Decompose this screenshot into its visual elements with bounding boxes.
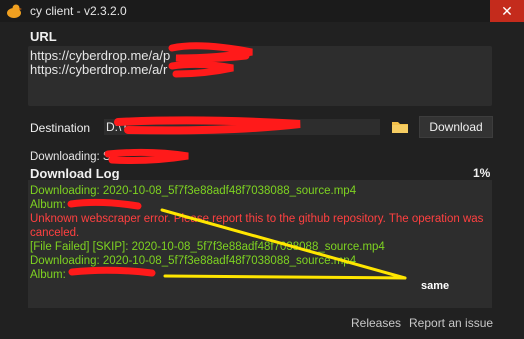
- download-button[interactable]: Download: [419, 116, 493, 138]
- url-line: https://cyberdrop.me/a/p: [30, 48, 171, 63]
- downloading-status-text: Downloading: S: [30, 151, 111, 163]
- close-window-button[interactable]: ✕: [490, 0, 524, 22]
- releases-link[interactable]: Releases: [351, 316, 401, 330]
- title-bar: cy client - v2.3.2.0 ✕: [0, 0, 524, 22]
- log-line: Downloading: 2020-10-08_5f7f3e88adf48f70…: [30, 255, 357, 267]
- destination-label: Destination: [30, 121, 91, 135]
- report-issue-link[interactable]: Report an issue: [409, 316, 493, 330]
- url-line: https://cyberdrop.me/a/r: [30, 62, 168, 77]
- progress-percent: 1%: [473, 166, 491, 180]
- url-textarea[interactable]: https://cyberdrop.me/a/p https://cyberdr…: [28, 46, 492, 106]
- log-line-error: Unknown webscraper error. Please report …: [30, 213, 484, 239]
- annotation-note: same: [421, 280, 450, 292]
- url-label: URL: [30, 29, 57, 44]
- destination-input[interactable]: D:\T: [104, 119, 380, 135]
- window-title: cy client - v2.3.2.0: [30, 4, 127, 18]
- log-line: [File Failed] [SKIP]: 2020-10-08_5f7f3e8…: [30, 241, 385, 253]
- download-log-label: Download Log: [30, 166, 120, 181]
- log-line: Downloading: 2020-10-08_5f7f3e88adf48f70…: [30, 185, 357, 197]
- app-logo-icon: [7, 4, 22, 18]
- folder-icon[interactable]: [391, 119, 409, 135]
- log-line: Album:: [30, 199, 66, 211]
